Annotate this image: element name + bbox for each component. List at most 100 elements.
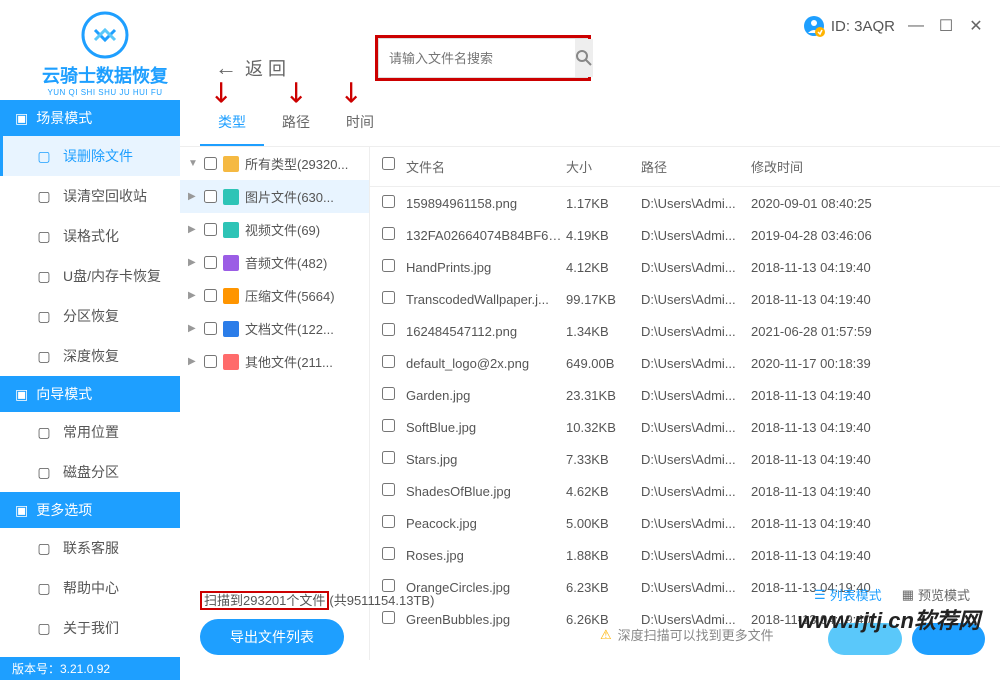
expand-icon[interactable]: ▼: [188, 158, 198, 169]
tree-item[interactable]: ▶文档文件(122...: [180, 312, 369, 345]
file-time: 2020-11-17 00:18:39: [751, 356, 911, 371]
sidebar-item[interactable]: ▢分区恢复: [0, 296, 180, 336]
sidebar-item-label: 帮助中心: [63, 578, 119, 598]
view-modes: ☰列表模式 ▦预览模式: [814, 585, 970, 604]
tree-item[interactable]: ▶音频文件(482): [180, 246, 369, 279]
tree-label: 其他文件(211...: [245, 352, 333, 371]
expand-icon[interactable]: ▶: [188, 191, 198, 202]
sidebar-item[interactable]: ▢磁盘分区: [0, 452, 180, 492]
view-list-button[interactable]: ☰列表模式: [814, 585, 882, 604]
sidebar-item[interactable]: ▢深度恢复: [0, 336, 180, 376]
sidebar-item-label: 关于我们: [63, 618, 119, 638]
close-button[interactable]: ✕: [967, 17, 985, 35]
expand-icon[interactable]: ▶: [188, 323, 198, 334]
tree-label: 压缩文件(5664): [245, 286, 335, 305]
tree-item[interactable]: ▶ 其他文件(211...: [180, 345, 369, 378]
maximize-button[interactable]: ☐: [937, 17, 955, 35]
table-row[interactable]: Peacock.jpg5.00KBD:\Users\Admi...2018-11…: [370, 507, 1000, 539]
row-checkbox[interactable]: [382, 419, 395, 432]
table-row[interactable]: TranscodedWallpaper.j...99.17KBD:\Users\…: [370, 283, 1000, 315]
row-checkbox[interactable]: [382, 227, 395, 240]
sidebar-item[interactable]: ▢U盘/内存卡恢复: [0, 256, 180, 296]
table-row[interactable]: SoftBlue.jpg10.32KBD:\Users\Admi...2018-…: [370, 411, 1000, 443]
table-row[interactable]: Roses.jpg1.88KBD:\Users\Admi...2018-11-1…: [370, 539, 1000, 571]
row-checkbox[interactable]: [382, 195, 395, 208]
tree-checkbox[interactable]: [204, 157, 217, 170]
table-row[interactable]: Garden.jpg23.31KBD:\Users\Admi...2018-11…: [370, 379, 1000, 411]
row-checkbox[interactable]: [382, 451, 395, 464]
row-checkbox[interactable]: [382, 291, 395, 304]
row-checkbox[interactable]: [382, 515, 395, 528]
user-icon: [803, 15, 825, 37]
sidebar-item-icon: ▢: [35, 347, 53, 365]
sidebar-item-icon: ▢: [35, 187, 53, 205]
col-name-header[interactable]: 文件名: [406, 157, 566, 176]
tree-label: 视频文件(69): [245, 220, 320, 239]
sidebar-item-label: 误格式化: [63, 226, 119, 246]
expand-icon[interactable]: ▶: [188, 290, 198, 301]
file-size: 1.88KB: [566, 548, 641, 563]
sidebar-item[interactable]: ▢常用位置: [0, 412, 180, 452]
row-checkbox[interactable]: [382, 259, 395, 272]
tab-path[interactable]: 路径: [264, 100, 328, 146]
file-name: Peacock.jpg: [406, 516, 566, 531]
row-checkbox[interactable]: [382, 483, 395, 496]
minimize-button[interactable]: —: [907, 17, 925, 35]
export-button[interactable]: 导出文件列表: [200, 619, 344, 655]
sidebar-item[interactable]: ▢误删除文件: [0, 136, 180, 176]
search-input[interactable]: [379, 39, 575, 77]
search-button[interactable]: [575, 39, 593, 77]
tree-checkbox[interactable]: [204, 322, 217, 335]
col-time-header[interactable]: 修改时间: [751, 157, 911, 176]
col-path-header[interactable]: 路径: [641, 157, 751, 176]
tree-checkbox[interactable]: [204, 355, 217, 368]
table-row[interactable]: HandPrints.jpg4.12KBD:\Users\Admi...2018…: [370, 251, 1000, 283]
tree-checkbox[interactable]: [204, 289, 217, 302]
user-badge[interactable]: ID: 3AQR: [803, 15, 895, 37]
sidebar-item[interactable]: ▢帮助中心: [0, 568, 180, 608]
tab-time[interactable]: 时间: [328, 100, 392, 146]
sidebar-item[interactable]: ▢误清空回收站: [0, 176, 180, 216]
row-checkbox[interactable]: [382, 323, 395, 336]
filetype-icon: [223, 354, 239, 370]
tree-item[interactable]: ▶图片文件(630...: [180, 180, 369, 213]
file-time: 2020-09-01 08:40:25: [751, 196, 911, 211]
file-name: Garden.jpg: [406, 388, 566, 403]
sidebar-item-icon: ▢: [35, 423, 53, 441]
table-row[interactable]: Stars.jpg7.33KBD:\Users\Admi...2018-11-1…: [370, 443, 1000, 475]
sidebar-item[interactable]: ▢联系客服: [0, 528, 180, 568]
section-icon: ▣: [15, 502, 28, 519]
table-row[interactable]: 162484547112.png1.34KBD:\Users\Admi...20…: [370, 315, 1000, 347]
tree-checkbox[interactable]: [204, 256, 217, 269]
tree-checkbox[interactable]: [204, 190, 217, 203]
table-row[interactable]: default_logo@2x.png649.00BD:\Users\Admi.…: [370, 347, 1000, 379]
sidebar-item[interactable]: ▢误格式化: [0, 216, 180, 256]
file-name: 162484547112.png: [406, 324, 566, 339]
expand-icon[interactable]: ▶: [188, 257, 198, 268]
filetype-icon: [223, 222, 239, 238]
row-checkbox[interactable]: [382, 387, 395, 400]
tree-item[interactable]: ▶ 视频文件(69): [180, 213, 369, 246]
file-path: D:\Users\Admi...: [641, 548, 751, 563]
row-checkbox[interactable]: [382, 355, 395, 368]
row-checkbox[interactable]: [382, 547, 395, 560]
file-size: 4.19KB: [566, 228, 641, 243]
tree-item[interactable]: ▶ 压缩文件(5664): [180, 279, 369, 312]
sidebar-section-header: ▣场景模式: [0, 100, 180, 136]
expand-icon[interactable]: ▶: [188, 356, 198, 367]
expand-icon[interactable]: ▶: [188, 224, 198, 235]
col-size-header[interactable]: 大小: [566, 157, 641, 176]
file-name: Stars.jpg: [406, 452, 566, 467]
tree-checkbox[interactable]: [204, 223, 217, 236]
sidebar-item-icon: ▢: [35, 463, 53, 481]
file-name: HandPrints.jpg: [406, 260, 566, 275]
tab-type[interactable]: 类型: [200, 100, 264, 146]
select-all-checkbox[interactable]: [382, 157, 395, 170]
table-row[interactable]: 132FA02664074B84BF67...4.19KBD:\Users\Ad…: [370, 219, 1000, 251]
tree-item[interactable]: ▼所有类型(29320...: [180, 147, 369, 180]
sidebar-item[interactable]: ▢关于我们: [0, 608, 180, 648]
table-row[interactable]: 159894961158.png1.17KBD:\Users\Admi...20…: [370, 187, 1000, 219]
sidebar-item-label: 分区恢复: [63, 306, 119, 326]
view-preview-button[interactable]: ▦预览模式: [902, 585, 970, 604]
table-row[interactable]: ShadesOfBlue.jpg4.62KBD:\Users\Admi...20…: [370, 475, 1000, 507]
